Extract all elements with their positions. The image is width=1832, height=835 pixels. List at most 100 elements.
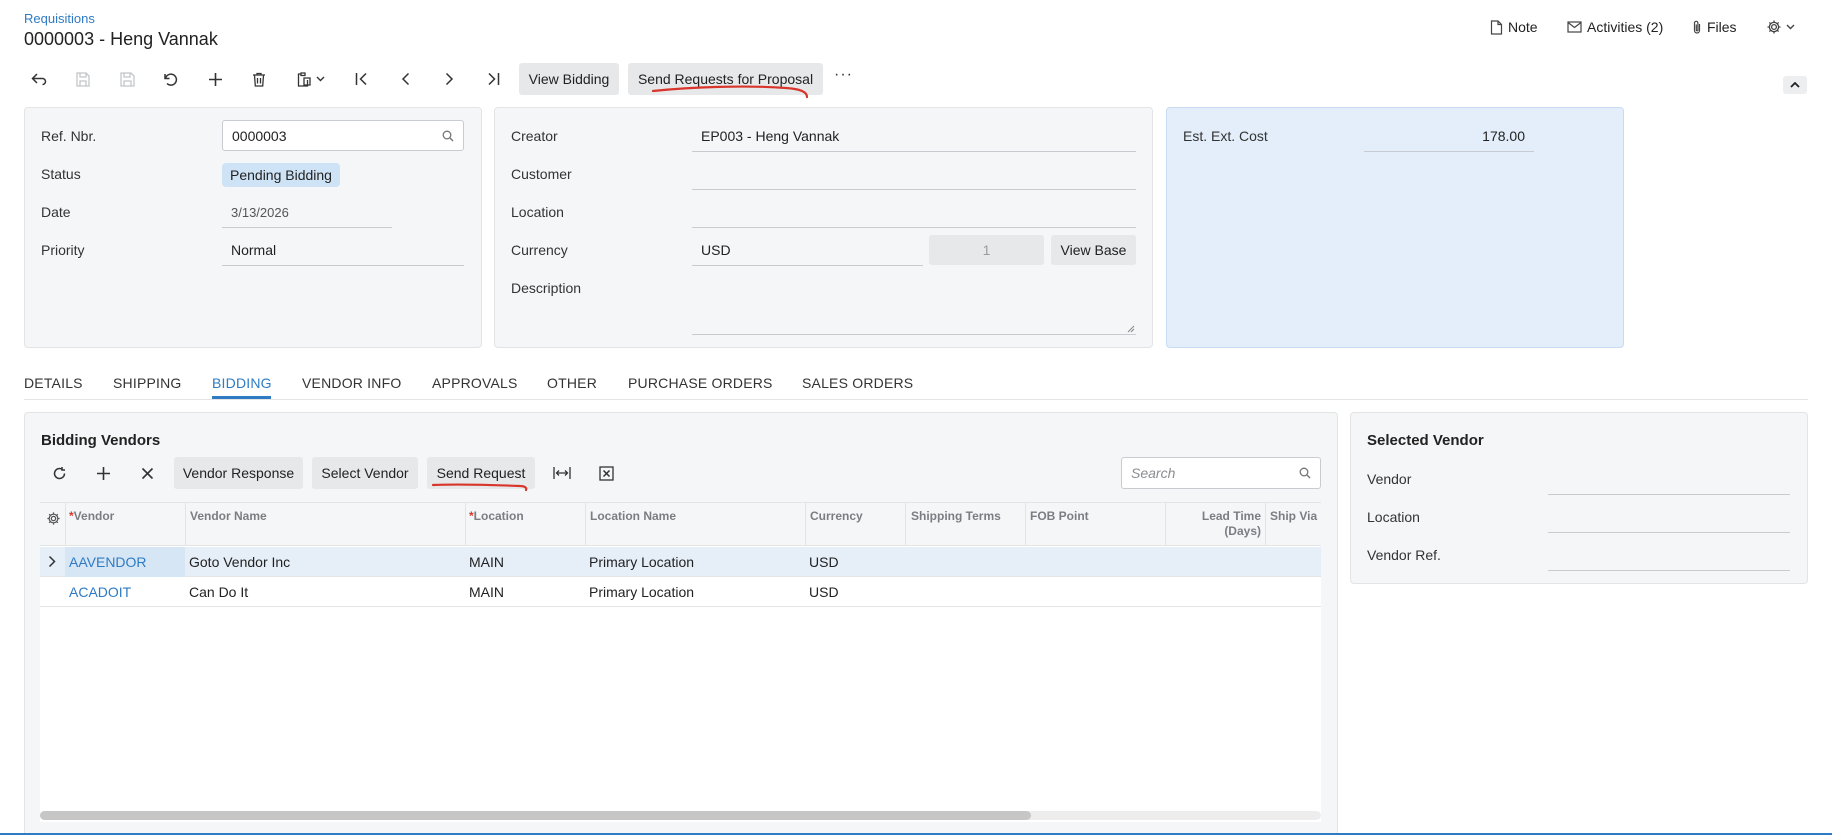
currency-cell: USD [809,584,839,600]
currency-field[interactable]: USD [692,236,923,266]
next-record-button[interactable] [435,65,463,93]
horizontal-scrollbar-thumb[interactable] [40,811,1031,820]
column-header-ship-via[interactable]: Ship Via [1270,509,1317,524]
add-button[interactable] [201,65,229,93]
search-placeholder: Search [1131,465,1176,481]
column-header-currency[interactable]: Currency [810,509,863,524]
vendor-link[interactable]: ACADOIT [69,584,131,600]
save-close-button[interactable] [69,65,97,93]
refresh-icon [53,466,65,479]
view-base-button[interactable]: View Base [1051,235,1136,265]
previous-record-button[interactable] [391,65,419,93]
files-button[interactable]: Files [1692,19,1737,35]
vendor-link[interactable]: AAVENDOR [69,554,147,570]
grid-search-input[interactable]: Search [1121,457,1321,489]
search-icon [1299,467,1311,479]
description-field[interactable] [692,274,1136,335]
column-header-lead-time[interactable]: Lead Time (Days) [1170,509,1261,539]
lead-time-line-1: Lead Time [1201,509,1261,523]
chevron-right-icon [48,555,56,567]
last-record-icon [487,72,499,86]
save-button[interactable] [113,65,141,93]
last-record-button[interactable] [479,65,507,93]
column-header-vendor-name[interactable]: Vendor Name [190,509,267,524]
vendor-ref-field[interactable] [1548,541,1790,571]
gear-icon [1766,19,1782,35]
add-row-button[interactable] [89,459,117,487]
plus-icon [208,72,222,86]
page-title: 0000003 - Heng Vannak [24,29,218,49]
selected-location-field[interactable] [1548,503,1790,533]
column-header-location[interactable]: *Location [469,509,524,524]
creator-field[interactable]: EP003 - Heng Vannak [692,122,1136,152]
tab-other[interactable]: OTHER [547,375,597,391]
priority-field[interactable]: Normal [222,236,464,266]
column-header-location-name[interactable]: Location Name [590,509,676,524]
date-field[interactable]: 3/13/2026 [222,198,392,228]
column-header-vendor[interactable]: *Vendor [69,509,114,524]
red-underline-annotation [651,85,809,99]
vendor-name-cell: Goto Vendor Inc [189,554,291,570]
column-header-shipping-terms[interactable]: Shipping Terms [911,509,1001,524]
tab-approvals[interactable]: APPROVALS [432,375,518,391]
delete-row-button[interactable] [133,459,161,487]
customer-field[interactable] [692,160,1136,190]
tab-details[interactable]: DETAILS [24,375,83,391]
envelope-icon [1567,21,1582,33]
back-arrow-icon [31,73,47,86]
cancel-button[interactable] [157,65,185,93]
selected-vendor-title: Selected Vendor [1367,432,1484,449]
settings-menu-button[interactable] [1766,19,1795,35]
tab-sales-orders[interactable]: SALES ORDERS [802,375,913,391]
collapse-header-button[interactable] [1783,76,1807,94]
refresh-button[interactable] [45,459,73,487]
location-cell: MAIN [469,554,504,570]
location-name-cell: Primary Location [589,554,695,570]
activities-button[interactable]: Activities (2) [1567,19,1663,35]
customer-label: Customer [511,166,572,182]
copy-paste-menu[interactable] [291,65,331,93]
search-icon[interactable] [442,130,454,142]
activities-label: Activities (2) [1587,19,1664,35]
ref-nbr-value: 0000003 [232,127,287,144]
chevron-left-icon [401,72,409,86]
breadcrumb[interactable]: Requisitions [24,11,95,26]
tab-bidding[interactable]: BIDDING [212,375,272,391]
tab-vendor-info[interactable]: VENDOR INFO [302,375,401,391]
column-label-location: Location [473,509,524,523]
document-icon [1490,19,1503,35]
note-button[interactable]: Note [1490,19,1538,35]
selected-vendor-field[interactable] [1548,465,1790,495]
vendor-response-button[interactable]: Vendor Response [174,457,303,489]
export-excel-button[interactable] [592,459,620,487]
paperclip-icon [1692,20,1702,35]
fit-columns-button[interactable] [548,459,576,487]
ref-nbr-field[interactable]: 0000003 [222,120,464,151]
resize-handle-icon[interactable] [1127,325,1135,333]
first-record-button[interactable] [347,65,375,93]
column-settings-button[interactable] [44,509,62,527]
location-field[interactable] [692,198,1136,228]
tab-purchase-orders[interactable]: PURCHASE ORDERS [628,375,773,391]
gear-icon [46,511,60,525]
files-label: Files [1707,19,1737,35]
tab-shipping[interactable]: SHIPPING [113,375,182,391]
active-tab-indicator [212,396,271,399]
trash-icon [253,72,265,87]
column-header-fob-point[interactable]: FOB Point [1030,509,1089,524]
description-label: Description [511,280,582,296]
excel-icon [598,465,614,481]
selected-vendor-label: Vendor [1367,471,1412,487]
chevron-up-icon [1790,82,1800,88]
vendor-ref-label: Vendor Ref. [1367,547,1441,563]
bidding-vendors-title: Bidding Vendors [41,432,161,449]
delete-button[interactable] [245,65,273,93]
selected-location-label: Location [1367,509,1420,525]
select-vendor-button[interactable]: Select Vendor [312,457,418,489]
save-icon [119,71,135,87]
view-bidding-button[interactable]: View Bidding [519,63,619,95]
more-actions-button[interactable]: ··· [834,66,853,84]
back-button[interactable] [25,65,53,93]
row-expand-button[interactable] [45,553,59,569]
tab-bar-divider [24,399,1808,400]
